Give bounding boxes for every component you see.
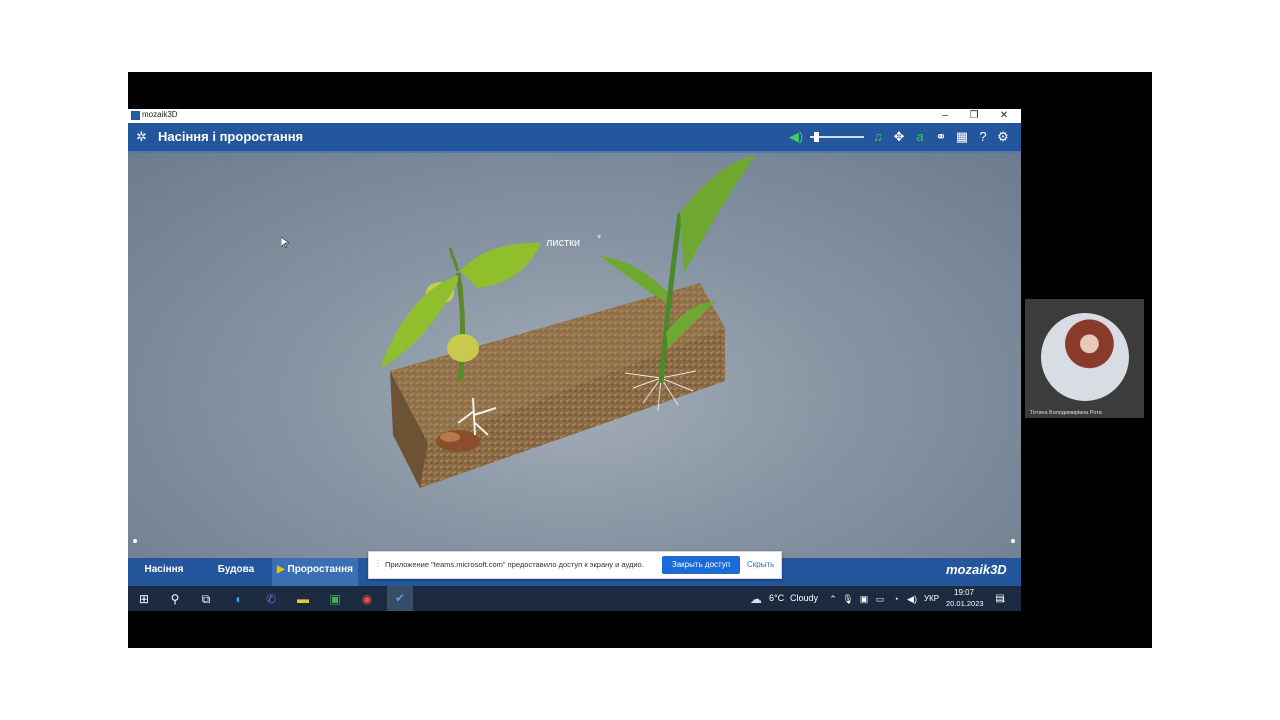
tab-structure[interactable]: Будова — [200, 558, 272, 586]
participant-avatar — [1041, 313, 1129, 401]
window-title: mozaik3D — [142, 110, 178, 119]
hide-notice-link[interactable]: Скрыть — [747, 560, 774, 569]
minimize-button[interactable]: – — [931, 109, 959, 123]
app-toolbar: ✲ Насіння і проростання ◀) ♫ ✥ a ⚭ ▦ ? ⚙ — [128, 123, 1021, 153]
task-view-icon[interactable]: ⧉ — [198, 591, 214, 607]
close-button[interactable]: ✕ — [990, 109, 1018, 123]
page-title: Насіння і проростання — [158, 129, 304, 144]
bean-seed-remains — [436, 430, 480, 452]
stop-sharing-button[interactable]: Закрыть доступ — [662, 556, 740, 574]
wifi-icon[interactable]: ◔ — [888, 591, 904, 607]
chevron-up-icon[interactable]: ⌃ — [825, 591, 841, 607]
loading-icon: ✲ — [136, 129, 147, 144]
3d-viewport[interactable]: листки * — [128, 153, 1021, 558]
clock-date[interactable]: 20.01.2023 — [946, 599, 984, 608]
grid-icon[interactable]: ▦ — [953, 129, 971, 145]
volume-slider[interactable] — [810, 132, 864, 142]
mozaik-taskbar-icon[interactable]: ✔ — [387, 586, 413, 611]
notification-count: 1 — [1002, 598, 1006, 604]
microphone-icon[interactable]: 🎙 — [840, 591, 856, 607]
seedling-scene — [380, 155, 756, 488]
weather-desc: Cloudy — [790, 593, 819, 603]
file-explorer-icon[interactable]: ▬ — [295, 591, 311, 607]
move-icon[interactable]: ✥ — [890, 129, 908, 145]
battery-icon[interactable]: ▭ — [872, 591, 888, 607]
scene-corner-dot — [1011, 539, 1015, 543]
chrome-icon[interactable]: ◉ — [359, 591, 375, 607]
sound-icon[interactable]: ◀) — [787, 129, 805, 145]
screen-sharing-notice: ⋮ Приложение "teams.microsoft.com" предо… — [368, 551, 782, 579]
edge-icon[interactable]: ◐ — [231, 591, 247, 607]
tab-seeds[interactable]: Насіння — [128, 558, 200, 586]
play-icon: ▶ — [277, 564, 285, 575]
link-icon[interactable]: ⚭ — [932, 129, 950, 145]
window-titlebar: mozaik3D – ❐ ✕ — [128, 109, 1021, 123]
help-icon[interactable]: ? — [974, 129, 992, 144]
search-icon[interactable]: ⚲ — [167, 591, 183, 607]
music-icon[interactable]: ♫ — [869, 129, 887, 144]
weather-icon: ☁ — [750, 592, 762, 606]
viber-icon[interactable]: ✆ — [263, 591, 279, 607]
speaker-icon[interactable]: ◀) — [904, 591, 920, 607]
participant-name: Тетяна Володимирівна Рота — [1030, 410, 1102, 416]
tab-germination[interactable]: ▶ Проростання — [272, 558, 358, 589]
scene-label-marker: * — [597, 233, 602, 245]
brand-logo: mozaik3D — [946, 562, 1007, 577]
language-indicator[interactable]: УКР — [924, 594, 939, 603]
settings-icon[interactable]: ⚙ — [994, 129, 1012, 145]
participant-video-tile[interactable]: Тетяна Володимирівна Рота — [1025, 299, 1144, 418]
soil-block — [390, 283, 725, 488]
volume-slider-handle[interactable] — [814, 132, 819, 142]
app-icon — [131, 111, 140, 120]
clock-time[interactable]: 19:07 — [954, 588, 974, 597]
drag-handle-icon[interactable]: ⋮ — [374, 559, 382, 568]
screen-share-icon[interactable]: ▣ — [856, 591, 872, 607]
weather-temp: 6°C — [769, 593, 785, 603]
sharing-message: Приложение "teams.microsoft.com" предост… — [385, 560, 644, 569]
scene-label-leaves[interactable]: листки — [546, 237, 580, 249]
mouse-cursor-icon — [281, 237, 289, 249]
windows-taskbar: ⊞ ⚲ ⧉ ◐ ✆ ▬ ▣ ◉ ✔ ☁ 6°C Cloudy ⌃ 🎙 ▣ ▭ ◔… — [128, 586, 1021, 611]
start-icon[interactable]: ⊞ — [136, 591, 152, 607]
notification-center-icon[interactable]: ▤ — [992, 591, 1008, 607]
annotation-icon[interactable]: a — [911, 129, 929, 144]
store-icon[interactable]: ▣ — [327, 591, 343, 607]
scene-corner-dot — [133, 539, 137, 543]
maximize-button[interactable]: ❐ — [960, 109, 988, 123]
app-window: mozaik3D – ❐ ✕ ✲ Насіння і проростання ◀… — [128, 109, 1021, 611]
